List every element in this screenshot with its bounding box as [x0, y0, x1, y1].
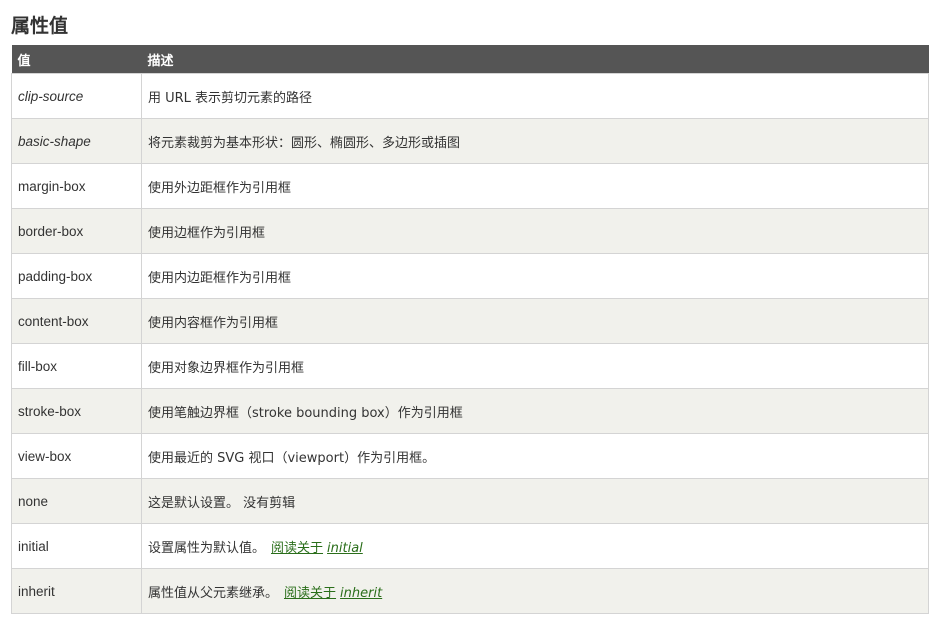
header-description: 描述: [141, 45, 929, 74]
section-title: 属性值: [11, 15, 69, 37]
value-cell: initial: [11, 523, 142, 569]
table-row: inherit 属性值从父元素继承。 阅读关于 inherit: [11, 568, 929, 614]
table-row: none 这是默认设置。 没有剪辑: [11, 478, 929, 524]
value-cell: stroke-box: [11, 388, 142, 434]
description-cell: 使用内容框作为引用框: [141, 298, 929, 344]
description-cell: 设置属性为默认值。 阅读关于 initial: [141, 523, 929, 569]
description-cell: 使用最近的 SVG 视口（viewport）作为引用框。: [141, 433, 929, 479]
description-cell: 使用内边距框作为引用框: [141, 253, 929, 299]
link-text: 阅读关于: [271, 540, 324, 556]
read-about-inherit-link[interactable]: 阅读关于 inherit: [284, 586, 382, 601]
description-cell: 使用外边距框作为引用框: [141, 163, 929, 209]
value-cell: border-box: [11, 208, 142, 254]
table-row: basic-shape 将元素裁剪为基本形状：圆形、椭圆形、多边形或插图: [11, 118, 929, 164]
table-row: margin-box 使用外边距框作为引用框: [11, 163, 929, 209]
value-cell: basic-shape: [11, 118, 142, 164]
value-cell: fill-box: [11, 343, 142, 389]
description-cell: 属性值从父元素继承。 阅读关于 inherit: [141, 568, 929, 614]
table-row: stroke-box 使用笔触边界框（stroke bounding box）作…: [11, 388, 929, 434]
description-cell: 使用笔触边界框（stroke bounding box）作为引用框: [141, 388, 929, 434]
link-text: 阅读关于: [284, 585, 337, 601]
table-row: fill-box 使用对象边界框作为引用框: [11, 343, 929, 389]
table-row: border-box 使用边框作为引用框: [11, 208, 929, 254]
value-cell: margin-box: [11, 163, 142, 209]
value-cell: padding-box: [11, 253, 142, 299]
description-text: 设置属性为默认值。: [148, 540, 266, 556]
table-header-row: 值 描述: [11, 45, 929, 74]
value-cell: inherit: [11, 568, 142, 614]
value-cell: content-box: [11, 298, 142, 344]
value-cell: clip-source: [11, 73, 142, 119]
link-keyword: inherit: [340, 585, 383, 601]
link-keyword: initial: [327, 540, 363, 556]
table-row: view-box 使用最近的 SVG 视口（viewport）作为引用框。: [11, 433, 929, 479]
description-cell: 使用对象边界框作为引用框: [141, 343, 929, 389]
description-cell: 使用边框作为引用框: [141, 208, 929, 254]
header-value: 值: [11, 45, 142, 74]
description-cell: 用 URL 表示剪切元素的路径: [141, 73, 929, 119]
table-row: clip-source 用 URL 表示剪切元素的路径: [11, 73, 929, 119]
value-cell: none: [11, 478, 142, 524]
value-cell: view-box: [11, 433, 142, 479]
table-row: initial 设置属性为默认值。 阅读关于 initial: [11, 523, 929, 569]
description-cell: 将元素裁剪为基本形状：圆形、椭圆形、多边形或插图: [141, 118, 929, 164]
table-row: padding-box 使用内边距框作为引用框: [11, 253, 929, 299]
table-row: content-box 使用内容框作为引用框: [11, 298, 929, 344]
description-text: 属性值从父元素继承。: [148, 585, 279, 601]
read-about-initial-link[interactable]: 阅读关于 initial: [271, 541, 363, 556]
description-cell: 这是默认设置。 没有剪辑: [141, 478, 929, 524]
property-values-table: 值 描述 clip-source 用 URL 表示剪切元素的路径 basic-s…: [11, 45, 929, 614]
